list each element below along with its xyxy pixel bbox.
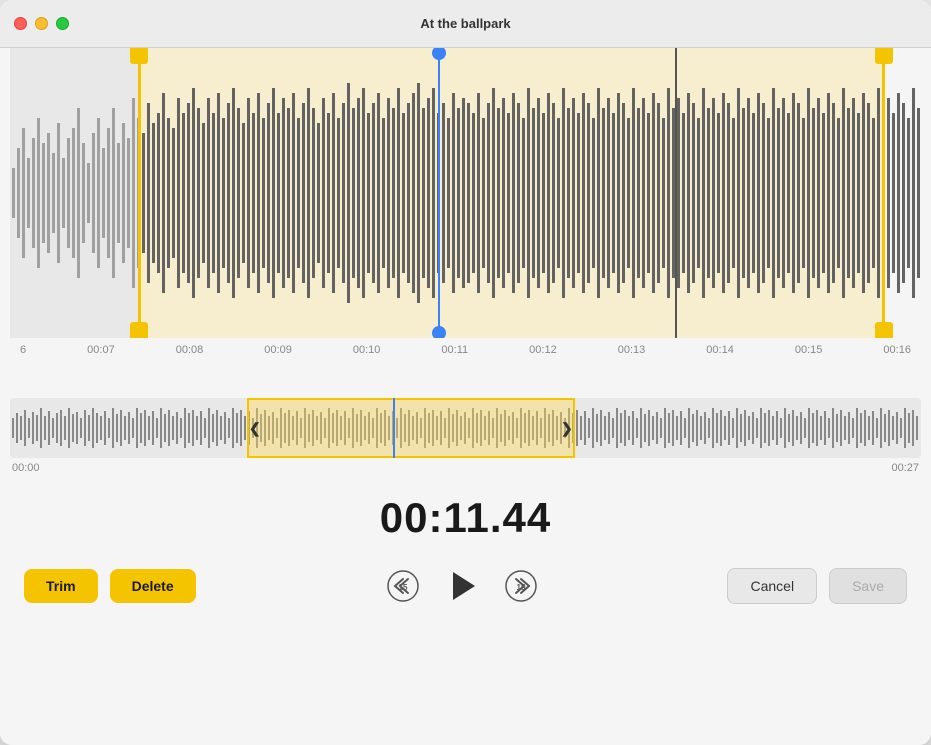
play-icon (453, 572, 475, 600)
timeline-label-6: 00:12 (529, 344, 557, 366)
timeline-label-2: 00:08 (176, 344, 204, 366)
timestamp-value: 00:11.44 (380, 494, 552, 541)
trim-handle-left[interactable] (138, 48, 141, 338)
svg-text:15: 15 (398, 583, 407, 592)
pre-trim-overlay (10, 48, 138, 338)
forward-15-icon: 15 (504, 569, 538, 603)
forward-15-button[interactable]: 15 (502, 567, 540, 605)
mini-timeline-end: 00:27 (891, 462, 919, 474)
main-timeline: 6 00:07 00:08 00:09 00:10 00:11 00:12 00… (10, 338, 921, 366)
timeline-label-9: 00:15 (795, 344, 823, 366)
timeline-label-1: 00:07 (87, 344, 115, 366)
timeline-label-10: 00:16 (883, 344, 911, 366)
app-window: At the ballpark (0, 0, 931, 745)
section-marker (675, 48, 677, 338)
mini-handle-left[interactable] (247, 398, 263, 458)
cancel-button[interactable]: Cancel (727, 568, 817, 604)
timestamp-display: 00:11.44 (0, 474, 931, 552)
traffic-lights (14, 17, 69, 30)
mini-timeline-start: 00:00 (12, 462, 40, 474)
minimize-button[interactable] (35, 17, 48, 30)
close-button[interactable] (14, 17, 27, 30)
mini-handle-right[interactable] (559, 398, 575, 458)
svg-text:15: 15 (516, 583, 525, 592)
window-title: At the ballpark (420, 16, 510, 31)
mini-trim-selection (247, 398, 575, 458)
trim-handle-right[interactable] (882, 48, 885, 338)
center-transport-controls: 15 15 (384, 566, 540, 606)
bottom-controls: Trim Delete 15 (0, 552, 931, 626)
maximize-button[interactable] (56, 17, 69, 30)
right-controls: Cancel Save (727, 568, 907, 604)
save-button: Save (829, 568, 907, 604)
timeline-label-8: 00:14 (706, 344, 734, 366)
delete-button[interactable]: Delete (110, 569, 196, 603)
mini-timeline: 00:00 00:27 (10, 458, 921, 474)
mini-playhead (393, 398, 396, 458)
waveform-canvas (10, 48, 921, 338)
timeline-label-5: 00:11 (441, 344, 468, 366)
rewind-15-icon: 15 (386, 569, 420, 603)
playhead[interactable] (438, 48, 440, 338)
timeline-label-0: 6 (20, 344, 26, 366)
left-controls: Trim Delete (24, 569, 196, 603)
timeline-label-7: 00:13 (618, 344, 646, 366)
waveform-container[interactable]: 6 00:07 00:08 00:09 00:10 00:11 00:12 00… (10, 48, 921, 388)
timeline-label-3: 00:09 (264, 344, 292, 366)
trim-button[interactable]: Trim (24, 569, 98, 603)
main-content: 6 00:07 00:08 00:09 00:10 00:11 00:12 00… (0, 48, 931, 745)
play-button[interactable] (442, 566, 482, 606)
rewind-15-button[interactable]: 15 (384, 567, 422, 605)
timeline-label-4: 00:10 (353, 344, 381, 366)
mini-waveform-section: 00:00 00:27 (10, 398, 921, 474)
title-bar: At the ballpark (0, 0, 931, 48)
mini-waveform-container[interactable] (10, 398, 921, 458)
waveform-svg (10, 48, 921, 338)
